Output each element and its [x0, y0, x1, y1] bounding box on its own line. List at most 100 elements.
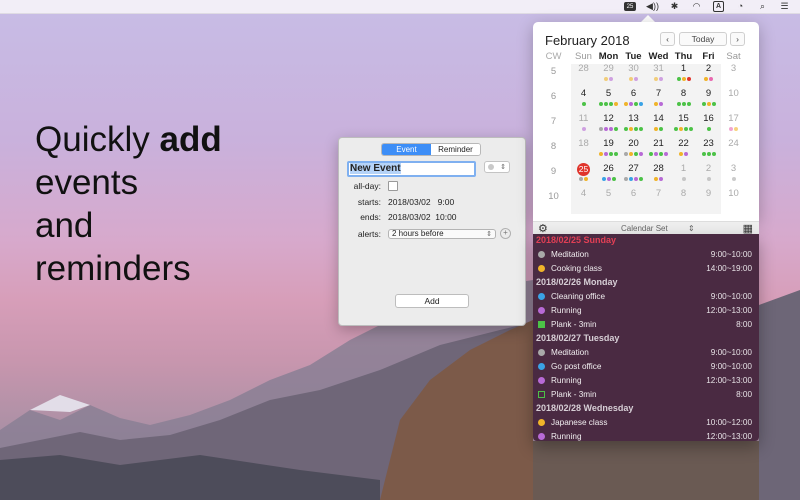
- day-cell[interactable]: 4: [571, 88, 596, 99]
- day-cell[interactable]: 13: [621, 113, 646, 124]
- day-cell[interactable]: 25: [571, 163, 596, 176]
- day-cell[interactable]: 14: [646, 113, 671, 124]
- event-row[interactable]: Running 12:00~13:00: [538, 430, 752, 442]
- day-cell[interactable]: 28: [646, 163, 671, 174]
- day-cell[interactable]: 1: [671, 63, 696, 74]
- notification-center-icon[interactable]: ☰: [779, 2, 790, 12]
- day-cell[interactable]: 11: [571, 113, 596, 124]
- tab-event[interactable]: Event: [382, 144, 431, 155]
- day-cell[interactable]: 16: [696, 113, 721, 124]
- event-row[interactable]: Cooking class 14:00~19:00: [538, 262, 752, 274]
- calendar-set-select[interactable]: Calendar Set ⇕: [621, 224, 695, 233]
- reminder-checkbox-icon[interactable]: [538, 390, 545, 398]
- day-cell[interactable]: 2: [696, 163, 721, 174]
- day-cell[interactable]: 29: [596, 63, 621, 74]
- event-dot: [649, 152, 653, 156]
- weekday-header-sun: Sun: [575, 51, 592, 62]
- bluetooth-icon[interactable]: ✱: [669, 2, 680, 12]
- day-cell[interactable]: 15: [671, 113, 696, 124]
- day-cell[interactable]: 28: [571, 63, 596, 74]
- day-cell[interactable]: 2: [696, 63, 721, 74]
- day-cell[interactable]: 8: [671, 188, 696, 199]
- event-row[interactable]: Plank - 3min 8:00: [538, 318, 752, 330]
- event-row[interactable]: Running 12:00~13:00: [538, 374, 752, 386]
- day-cell[interactable]: 10: [721, 188, 746, 199]
- day-cell[interactable]: 6: [621, 88, 646, 99]
- event-dot: [611, 177, 616, 181]
- week-number: 6: [550, 91, 557, 102]
- day-cell[interactable]: 21: [646, 138, 671, 149]
- day-cell[interactable]: 9: [696, 88, 721, 99]
- day-cell[interactable]: 30: [621, 63, 646, 74]
- event-name: Go post office: [551, 361, 602, 371]
- event-dot: [639, 102, 643, 106]
- day-cell[interactable]: 23: [696, 138, 721, 149]
- day-cell[interactable]: 6: [621, 188, 646, 199]
- event-row[interactable]: Meditation 9:00~10:00: [538, 248, 752, 260]
- ends-value[interactable]: 2018/03/02 10:00: [388, 212, 457, 222]
- event-dots: [571, 127, 596, 131]
- day-cell[interactable]: 19: [596, 138, 621, 149]
- day-cell[interactable]: 24: [721, 138, 746, 149]
- day-cell[interactable]: 27: [621, 163, 646, 174]
- add-alert-icon[interactable]: +: [500, 228, 511, 239]
- input-source-icon[interactable]: A: [713, 1, 724, 12]
- day-cell[interactable]: 31: [646, 63, 671, 74]
- event-row[interactable]: Running 12:00~13:00: [538, 304, 752, 316]
- day-cell[interactable]: 7: [646, 88, 671, 99]
- day-cell[interactable]: 3: [721, 163, 746, 174]
- event-dots: [571, 102, 596, 106]
- new-event-dialog: Event Reminder New Event ⇕ all-day: star…: [338, 137, 526, 326]
- clock-icon[interactable]: ◔: [735, 2, 746, 12]
- event-dot: [709, 77, 713, 81]
- wifi-icon[interactable]: ◠: [691, 2, 702, 12]
- day-cell[interactable]: 3: [721, 63, 746, 74]
- starts-value[interactable]: 2018/03/02 9:00: [388, 197, 454, 207]
- today-marker: 25: [577, 163, 590, 176]
- event-row[interactable]: Plank - 3min 8:00: [538, 388, 752, 400]
- event-row[interactable]: Japanese class 10:00~12:00: [538, 416, 752, 428]
- today-button[interactable]: Today: [679, 32, 727, 46]
- event-dot: [604, 152, 608, 156]
- reminder-checkbox-icon[interactable]: [538, 320, 545, 328]
- day-cell[interactable]: 1: [671, 163, 696, 174]
- allday-checkbox[interactable]: [388, 181, 398, 191]
- event-title-input[interactable]: New Event: [347, 161, 476, 177]
- event-row[interactable]: Go post office 9:00~10:00: [538, 360, 752, 372]
- event-dots: [621, 152, 646, 156]
- event-dot: [659, 177, 663, 181]
- next-month-button[interactable]: ›: [730, 32, 745, 46]
- day-cell[interactable]: 26: [596, 163, 621, 174]
- calendar-menubar-icon[interactable]: 25: [624, 2, 636, 11]
- event-dots: [671, 177, 696, 181]
- day-cell[interactable]: 9: [696, 188, 721, 199]
- event-row[interactable]: Meditation 9:00~10:00: [538, 346, 752, 358]
- event-dot: [614, 102, 618, 106]
- day-cell[interactable]: 8: [671, 88, 696, 99]
- event-row[interactable]: Cleaning office 9:00~10:00: [538, 290, 752, 302]
- day-cell[interactable]: 20: [621, 138, 646, 149]
- day-cell[interactable]: 17: [721, 113, 746, 124]
- event-dot: [584, 177, 588, 181]
- day-cell[interactable]: 4: [571, 188, 596, 199]
- event-dot: [684, 127, 688, 131]
- day-cell[interactable]: 5: [596, 188, 621, 199]
- calendar-color-popup[interactable]: ⇕: [484, 161, 510, 173]
- volume-icon[interactable]: ◀)): [646, 2, 659, 12]
- tab-reminder[interactable]: Reminder: [431, 144, 480, 155]
- day-cell[interactable]: 5: [596, 88, 621, 99]
- menu-bar: 25 ◀)) ✱ ◠ A ◔ ⌕ ☰: [0, 0, 800, 14]
- starts-row: starts: 2018/03/02 9:00: [339, 197, 454, 207]
- day-cell[interactable]: 7: [646, 188, 671, 199]
- calendar-popover: February 2018 ‹ Today › CW Sun Mon Tue Wed T…: [533, 22, 759, 221]
- day-cell[interactable]: 10: [721, 88, 746, 99]
- add-event-button[interactable]: Add: [395, 294, 469, 308]
- prev-month-button[interactable]: ‹: [660, 32, 675, 46]
- day-cell[interactable]: 12: [596, 113, 621, 124]
- day-cell[interactable]: 22: [671, 138, 696, 149]
- alerts-select[interactable]: 2 hours before ⇕: [388, 228, 496, 239]
- spotlight-search-icon[interactable]: ⌕: [757, 2, 768, 12]
- month-title: February 2018: [545, 33, 630, 48]
- calendar-toolbar: ⚙ Calendar Set ⇕ ▦: [533, 221, 759, 235]
- day-cell[interactable]: 18: [571, 138, 596, 149]
